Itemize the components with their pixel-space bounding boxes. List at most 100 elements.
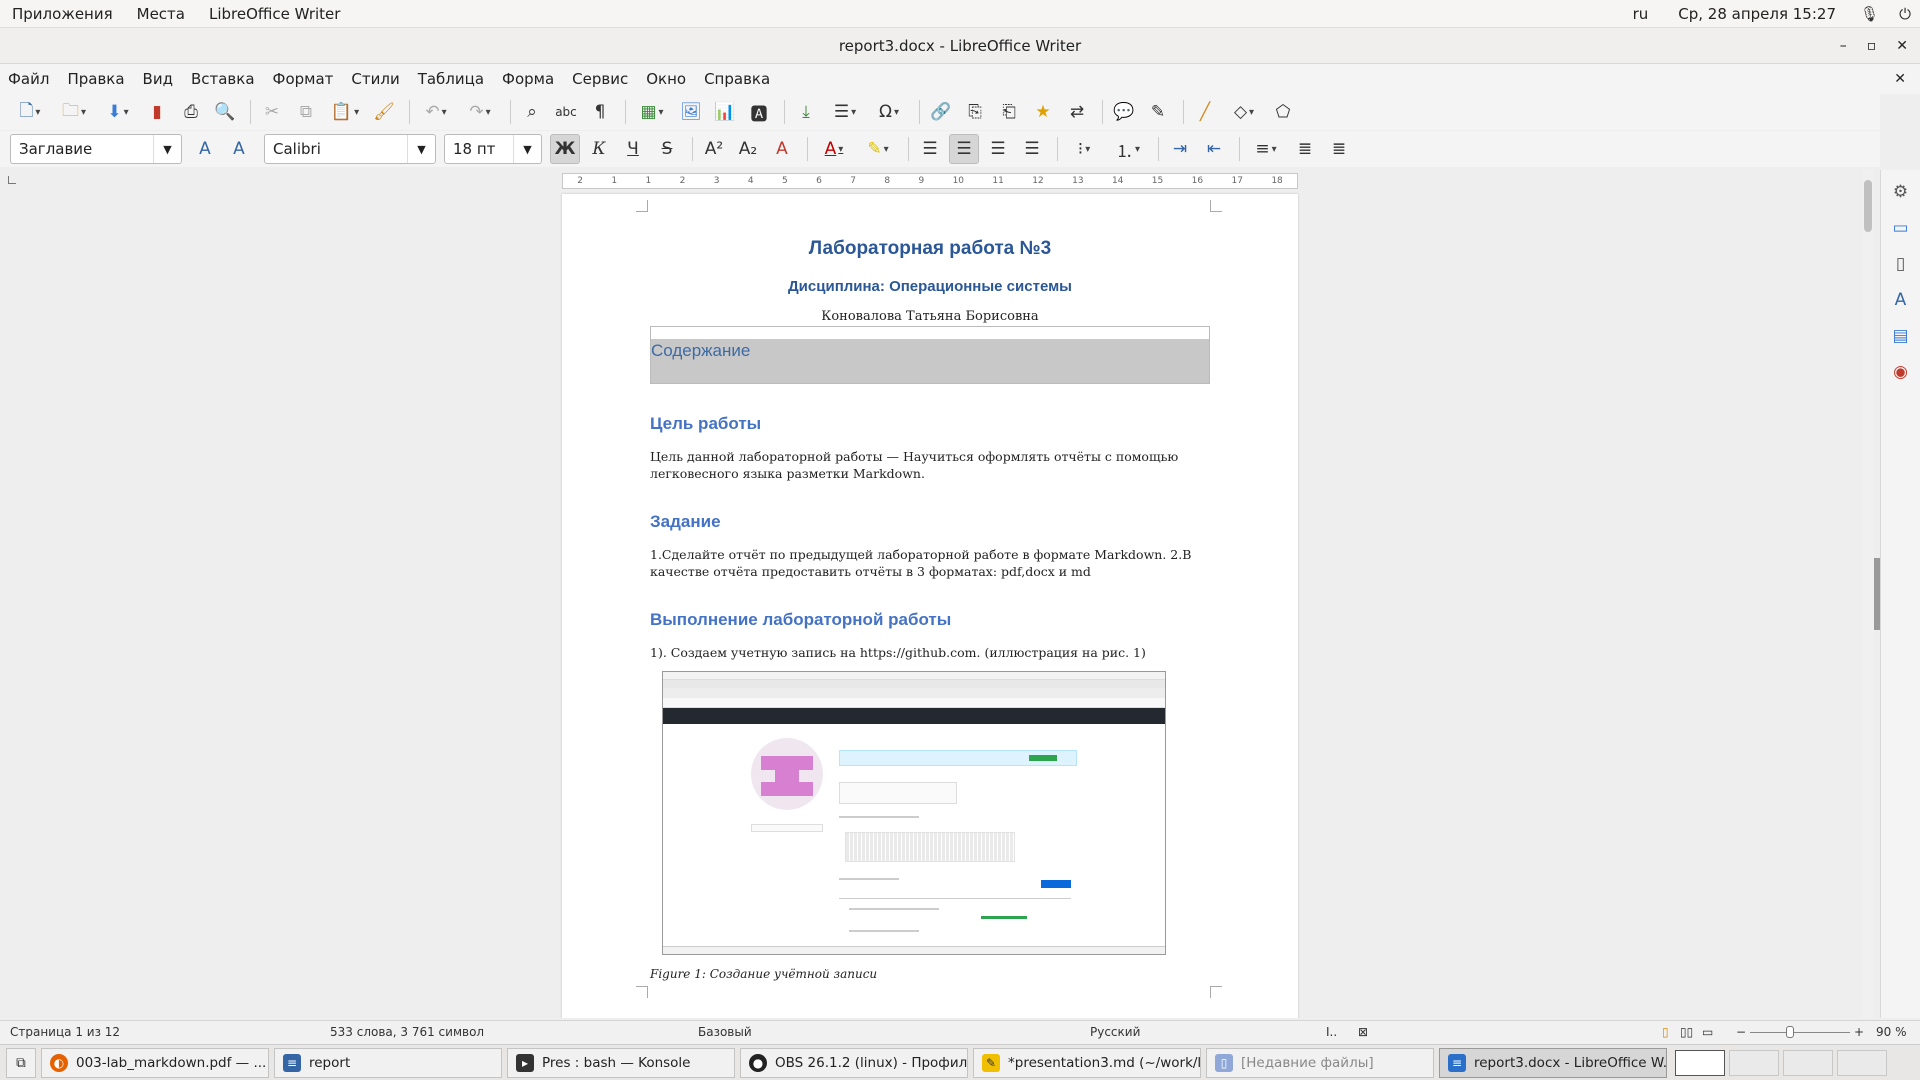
line-spacing-icon[interactable]: ≡	[1246, 134, 1286, 164]
bookmark-icon[interactable]: ★	[1028, 97, 1058, 127]
find-replace-icon[interactable]: ⌕	[517, 97, 547, 127]
status-language[interactable]: Русский	[1090, 1025, 1140, 1039]
task-firefox[interactable]: ◐ 003-lab_markdown.pdf — ...	[41, 1047, 269, 1078]
redo-icon[interactable]: ↷	[460, 97, 500, 127]
spelling-icon[interactable]: abc	[551, 97, 581, 127]
tab-stop-selector[interactable]	[8, 176, 16, 184]
justify-icon[interactable]: ☰	[1017, 134, 1047, 164]
single-page-view-icon[interactable]: ▯	[1662, 1025, 1669, 1039]
menu-form[interactable]: Форма	[493, 70, 563, 88]
insert-field-icon[interactable]: ☰	[825, 97, 865, 127]
menu-edit[interactable]: Правка	[58, 70, 133, 88]
copy-icon[interactable]: ⧉	[291, 97, 321, 127]
menu-window[interactable]: Окно	[637, 70, 695, 88]
chevron-down-icon[interactable]: ▼	[153, 135, 181, 163]
strikethrough-icon[interactable]: S	[652, 134, 682, 164]
status-word-count[interactable]: 533 слова, 3 761 символ	[330, 1025, 484, 1039]
places-menu[interactable]: Места	[125, 5, 197, 23]
task-konsole[interactable]: ▸ Pres : bash — Konsole	[507, 1047, 735, 1078]
align-right-icon[interactable]: ☰	[983, 134, 1013, 164]
workspace-1[interactable]	[1675, 1049, 1725, 1076]
status-page-style[interactable]: Базовый	[698, 1025, 752, 1039]
align-left-icon[interactable]: ☰	[915, 134, 945, 164]
open-folder-icon[interactable]: 🗀	[54, 97, 94, 127]
font-name-select[interactable]: Calibri ▼	[264, 134, 436, 164]
print-preview-icon[interactable]: 🔍	[210, 97, 240, 127]
increase-paragraph-spacing-icon[interactable]: ≣	[1290, 134, 1320, 164]
export-pdf-icon[interactable]: ▮	[142, 97, 172, 127]
sidebar-styles-icon[interactable]: A	[1887, 286, 1915, 314]
sidebar-settings-icon[interactable]: ⚙	[1887, 178, 1915, 206]
minimize-icon[interactable]: –	[1840, 38, 1847, 54]
heading-goal[interactable]: Цель работы	[650, 414, 1210, 434]
insert-image-icon[interactable]: 🖼	[676, 97, 706, 127]
save-icon[interactable]: ⬇	[98, 97, 138, 127]
status-page[interactable]: Страница 1 из 12	[10, 1025, 120, 1039]
horizontal-ruler[interactable]: 2 1 1 2 3 4 5 6 7 8 9 10 11 12 13 14 15 …	[562, 173, 1298, 189]
menu-format[interactable]: Формат	[264, 70, 343, 88]
clone-formatting-icon[interactable]: 🖌	[369, 97, 399, 127]
print-icon[interactable]: ⎙	[176, 97, 206, 127]
increase-indent-icon[interactable]: ⇥	[1165, 134, 1195, 164]
sidebar-gallery-icon[interactable]: ▤	[1887, 322, 1915, 350]
menu-file[interactable]: Файл	[0, 70, 58, 88]
zoom-out-icon[interactable]: −	[1736, 1025, 1746, 1039]
font-size-select[interactable]: 18 пт ▼	[444, 134, 542, 164]
track-changes-icon[interactable]: ✎	[1143, 97, 1173, 127]
zoom-slider[interactable]	[1750, 1032, 1850, 1033]
task-recent-files[interactable]: ▯ [Недавние файлы]	[1206, 1047, 1434, 1078]
close-window-icon[interactable]: ✕	[1896, 38, 1908, 54]
font-color-icon[interactable]: A	[814, 134, 854, 164]
active-app-menu[interactable]: LibreOffice Writer	[197, 5, 352, 23]
decrease-paragraph-spacing-icon[interactable]: ≣	[1324, 134, 1354, 164]
formatting-marks-icon[interactable]: ¶	[585, 97, 615, 127]
goal-paragraph[interactable]: Цель данной лабораторной работы — Научит…	[650, 448, 1210, 482]
new-style-icon[interactable]: A	[224, 134, 254, 164]
undo-icon[interactable]: ↶	[416, 97, 456, 127]
task-writer[interactable]: ≡ report3.docx - LibreOffice W...	[1439, 1047, 1667, 1078]
task-report[interactable]: ≡ report	[274, 1047, 502, 1078]
hyperlink-icon[interactable]: 🔗	[926, 97, 956, 127]
align-center-icon[interactable]: ☰	[949, 134, 979, 164]
highlight-color-icon[interactable]: ✎	[858, 134, 898, 164]
zoom-in-icon[interactable]: +	[1854, 1025, 1864, 1039]
heading-execution[interactable]: Выполнение лабораторной работы	[650, 610, 1210, 630]
line-icon[interactable]: ╱	[1190, 97, 1220, 127]
sidebar-properties-icon[interactable]: ▭	[1887, 214, 1915, 242]
show-desktop-button[interactable]: ⧉	[6, 1047, 36, 1078]
menu-styles[interactable]: Стили	[342, 70, 408, 88]
subscript-icon[interactable]: A₂	[733, 134, 763, 164]
comment-icon[interactable]: 💬	[1109, 97, 1139, 127]
underline-icon[interactable]: Ч	[618, 134, 648, 164]
bold-icon[interactable]: Ж	[550, 134, 580, 164]
figure-screenshot[interactable]	[662, 671, 1166, 955]
document-page[interactable]: Лабораторная работа №3 Дисциплина: Опера…	[562, 194, 1298, 1018]
bullet-list-icon[interactable]: ⁝	[1064, 134, 1104, 164]
decrease-indent-icon[interactable]: ⇤	[1199, 134, 1229, 164]
microphone-icon[interactable]: 🎙	[1860, 5, 1879, 23]
zoom-level[interactable]: 90 %	[1876, 1025, 1907, 1039]
page-break-icon[interactable]: ⤓	[791, 97, 821, 127]
task-paragraph[interactable]: 1.Сделайте отчёт по предыдущей лаборатор…	[650, 546, 1210, 580]
chevron-down-icon[interactable]: ▼	[407, 135, 435, 163]
workspace-3[interactable]	[1783, 1049, 1833, 1076]
workspace-4[interactable]	[1837, 1049, 1887, 1076]
table-of-contents[interactable]: Содержание	[650, 326, 1210, 384]
chevron-down-icon[interactable]: ▼	[513, 135, 541, 163]
document-author[interactable]: Коновалова Татьяна Борисовна	[650, 309, 1210, 324]
menu-tools[interactable]: Сервис	[563, 70, 637, 88]
clear-formatting-icon[interactable]: A	[767, 134, 797, 164]
footnote-icon[interactable]: ⎘	[960, 97, 990, 127]
update-style-icon[interactable]: A	[190, 134, 220, 164]
special-character-icon[interactable]: Ω	[869, 97, 909, 127]
task-obs[interactable]: ● OBS 26.1.2 (linux) - Профил...	[740, 1047, 968, 1078]
endnote-icon[interactable]: ⎗	[994, 97, 1024, 127]
figure-caption[interactable]: Figure 1: Создание учётной записи	[650, 967, 1210, 981]
book-view-icon[interactable]: ▭	[1702, 1025, 1713, 1039]
scrollbar-thumb[interactable]	[1864, 180, 1872, 232]
document-modified-icon[interactable]: ⊠	[1358, 1025, 1368, 1039]
superscript-icon[interactable]: A²	[699, 134, 729, 164]
numbered-list-icon[interactable]: ⒈	[1108, 134, 1148, 164]
draw-functions-icon[interactable]: ⬠	[1268, 97, 1298, 127]
insert-table-icon[interactable]: ▦	[632, 97, 672, 127]
